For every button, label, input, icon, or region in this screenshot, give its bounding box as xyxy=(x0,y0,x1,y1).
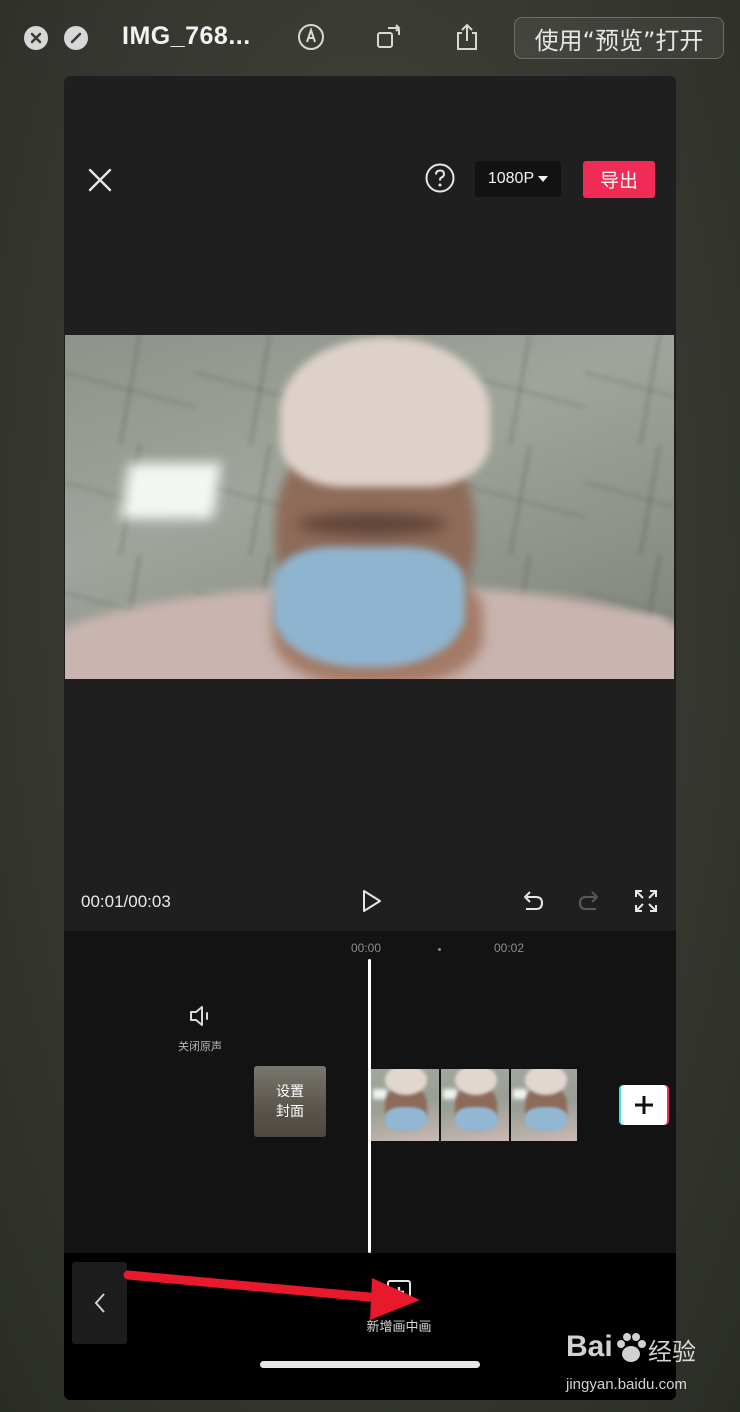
timeline-tick: 00:02 xyxy=(494,941,525,955)
video-clip-frame[interactable] xyxy=(371,1069,439,1141)
resolution-value: 1080P xyxy=(487,170,535,187)
chevron-left-icon xyxy=(94,1293,105,1313)
fullscreen-icon[interactable] xyxy=(633,888,659,914)
plus-icon xyxy=(635,1096,653,1114)
share-icon[interactable] xyxy=(452,22,482,52)
back-button[interactable] xyxy=(72,1262,127,1344)
cover-label: 设置 封面 xyxy=(276,1083,304,1120)
play-icon[interactable] xyxy=(358,888,384,914)
video-clip-frame[interactable] xyxy=(441,1069,509,1141)
playback-timecode: 00:01/00:03 xyxy=(81,892,171,911)
watermark-url: jingyan.baidu.com xyxy=(566,1376,687,1393)
close-icon xyxy=(30,32,42,44)
speaker-icon xyxy=(190,1006,208,1026)
window-titlebar: IMG_768... 使用“预览”打开 xyxy=(0,0,740,76)
set-cover-button[interactable]: 设置 封面 xyxy=(254,1066,326,1137)
caret-down-icon xyxy=(538,176,549,182)
rotate-icon[interactable] xyxy=(374,22,404,52)
redo-icon[interactable] xyxy=(576,888,602,914)
timeline-tick-dot xyxy=(438,948,441,951)
resolution-dropdown[interactable]: 1080P xyxy=(475,161,561,197)
timeline[interactable]: 00:00 00:02 关闭原声 设置 封面 xyxy=(64,931,676,1253)
paw-icon xyxy=(617,1333,646,1362)
add-clip-button[interactable] xyxy=(621,1085,667,1125)
watermark-brand: Bai xyxy=(566,1330,613,1363)
disabled-window-button[interactable] xyxy=(64,26,88,50)
timeline-tick: 00:00 xyxy=(351,941,382,955)
undo-icon[interactable] xyxy=(520,888,546,914)
close-icon[interactable] xyxy=(86,166,114,194)
mute-label: 关闭原声 xyxy=(178,1040,222,1053)
watermark-suffix: 经验 xyxy=(648,1338,696,1366)
add-overlay-icon xyxy=(387,1280,411,1304)
open-with-preview-button[interactable]: 使用“预览”打开 xyxy=(514,17,724,59)
video-preview[interactable] xyxy=(65,335,674,679)
phone-screen: 1080P 导出 00:01/00:03 00:00 00:02 关闭原声 设置… xyxy=(64,76,676,1400)
add-picture-in-picture-button[interactable]: 新增画中画 xyxy=(354,1279,444,1335)
video-clip-frame[interactable] xyxy=(511,1069,577,1141)
prohibited-icon xyxy=(70,32,82,44)
home-indicator xyxy=(260,1361,480,1368)
help-icon[interactable] xyxy=(424,162,456,194)
playhead[interactable] xyxy=(368,959,371,1253)
mute-original-audio-button[interactable]: 关闭原声 xyxy=(174,1003,226,1054)
markup-icon[interactable] xyxy=(296,22,326,52)
pip-label: 新增画中画 xyxy=(366,1320,432,1335)
export-button[interactable]: 导出 xyxy=(583,161,655,198)
baidu-watermark: Bai 经验 jingyan.baidu.com xyxy=(566,1330,736,1400)
close-window-button[interactable] xyxy=(24,26,48,50)
window-title: IMG_768... xyxy=(122,22,251,50)
